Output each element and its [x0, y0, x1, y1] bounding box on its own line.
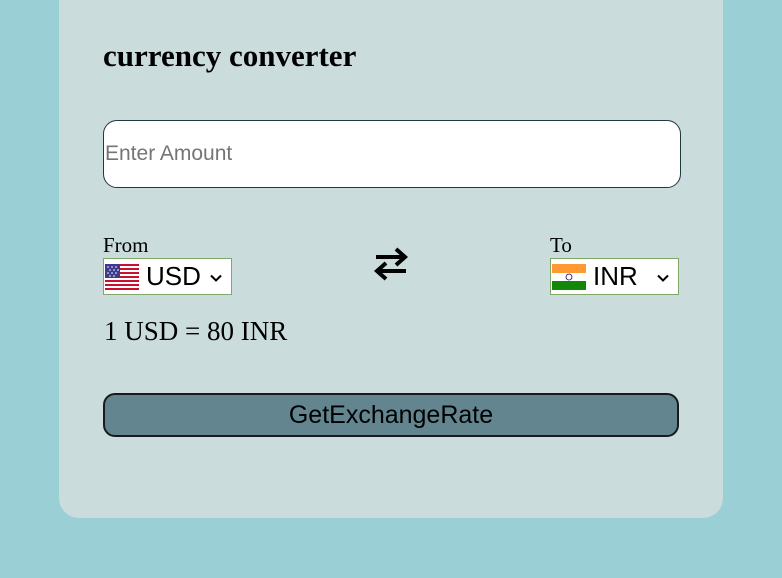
- app-title: currency converter: [103, 38, 357, 73]
- from-currency-value: USD: [146, 261, 201, 291]
- amount-input[interactable]: [103, 120, 681, 188]
- chevron-down-icon: [656, 270, 670, 284]
- india-flag-icon: [552, 263, 586, 290]
- get-exchange-rate-button[interactable]: GetExchangeRate: [103, 393, 679, 437]
- swap-arrows-icon[interactable]: [372, 244, 410, 282]
- to-currency-value: INR: [593, 261, 638, 291]
- us-flag-icon: [105, 263, 139, 290]
- chevron-down-icon: [209, 270, 223, 284]
- to-label: To: [550, 233, 572, 257]
- from-label: From: [103, 233, 149, 257]
- exchange-rate-text: 1 USD = 80 INR: [104, 316, 288, 346]
- from-currency-select[interactable]: USD: [103, 258, 232, 295]
- to-currency-select[interactable]: INR: [550, 258, 679, 295]
